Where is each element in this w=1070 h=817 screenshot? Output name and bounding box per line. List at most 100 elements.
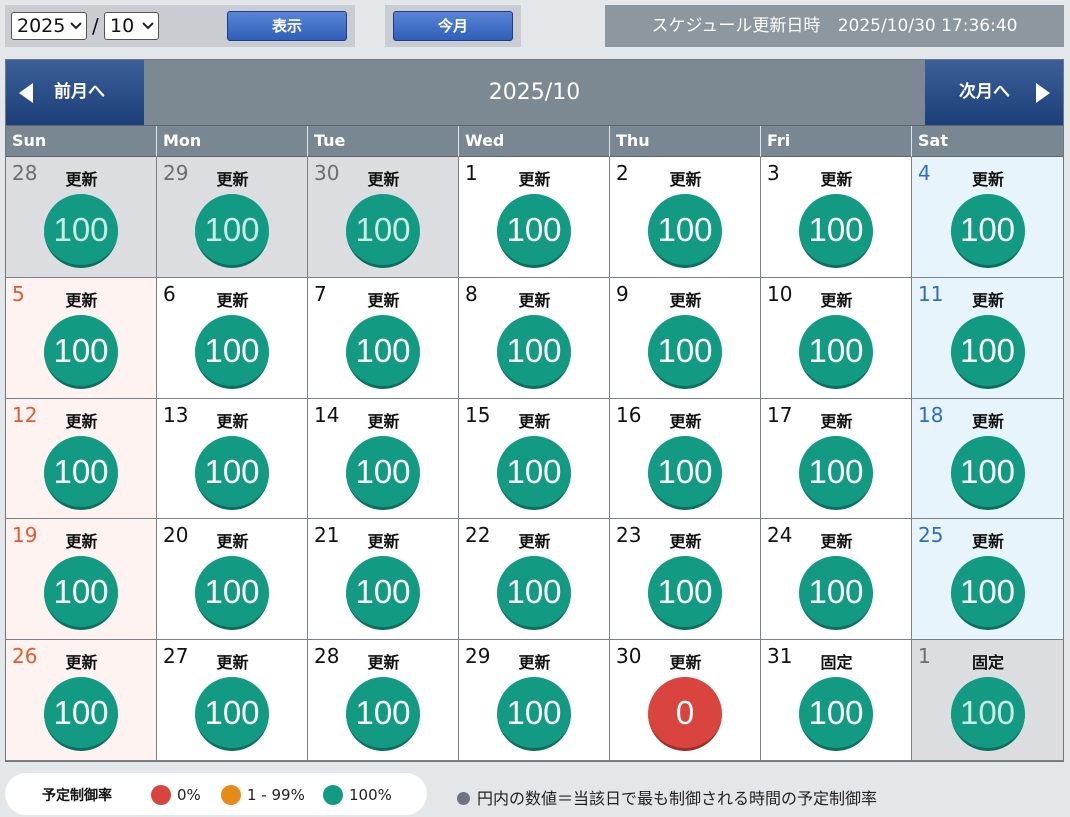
day-cell[interactable]: 21 更新 100 [308,519,459,641]
control-rate-badge[interactable]: 100 [950,435,1025,510]
chevron-down-icon [142,22,154,30]
day-cell[interactable]: 4 更新 100 [912,157,1063,278]
prev-month-button[interactable]: 前月へ [6,60,144,125]
day-cell[interactable]: 17 更新 100 [761,398,912,520]
control-rate-badge[interactable]: 100 [497,677,571,752]
control-rate-badge[interactable]: 100 [648,556,722,631]
control-rate-badge[interactable]: 100 [44,677,118,752]
day-grid: 28 更新 100 29 更新 100 30 更新 100 1 更新 100 2 更新 100 3 更新 100 4… [6,157,1063,761]
control-rate-badge[interactable]: 100 [950,314,1025,389]
control-rate-badge[interactable]: 100 [44,435,118,510]
control-rate-badge[interactable]: 100 [44,194,118,268]
control-rate-badge[interactable]: 0 [648,677,722,752]
control-rate-badge[interactable]: 100 [44,314,118,389]
day-cell[interactable]: 29 更新 100 [459,640,610,761]
day-cell[interactable]: 11 更新 100 [912,277,1063,399]
control-rate-badge[interactable]: 100 [950,194,1025,268]
triangle-right-icon [1036,83,1050,103]
day-status: 更新 [820,170,853,189]
control-rate-badge[interactable]: 100 [497,556,571,631]
day-cell[interactable]: 5 更新 100 [6,277,157,399]
control-rate-badge[interactable]: 100 [195,314,269,389]
day-cell[interactable]: 30 更新 100 [308,157,459,278]
control-rate-badge[interactable]: 100 [648,314,722,389]
day-cell[interactable]: 19 更新 100 [6,519,157,641]
day-cell[interactable]: 28 更新 100 [6,157,157,278]
control-rate-badge[interactable]: 100 [950,556,1025,631]
date-separator: / [92,14,99,38]
day-status: 更新 [216,290,249,310]
day-cell[interactable]: 14 更新 100 [308,398,459,520]
control-rate-badge[interactable]: 100 [799,194,873,268]
day-cell[interactable]: 7 更新 100 [308,277,459,399]
weekday-label: Tue [308,126,459,157]
control-rate-badge[interactable]: 100 [44,556,118,631]
bullet-icon [457,792,470,805]
day-status: 更新 [971,532,1004,552]
month-select[interactable]: 10 [104,12,159,40]
day-cell[interactable]: 16 更新 100 [610,398,761,520]
control-rate-badge[interactable]: 100 [950,677,1025,752]
control-rate-badge[interactable]: 100 [799,435,873,510]
day-cell[interactable]: 8 更新 100 [459,277,610,399]
control-rate-badge[interactable]: 100 [195,435,269,510]
control-rate-badge[interactable]: 100 [195,677,269,752]
day-cell[interactable]: 24 更新 100 [761,519,912,641]
day-cell[interactable]: 9 更新 100 [610,277,761,399]
day-status: 更新 [216,532,249,552]
next-month-button[interactable]: 次月へ [925,60,1063,125]
control-rate-badge[interactable]: 100 [346,677,420,752]
day-status: 更新 [65,290,98,310]
day-status: 更新 [820,411,853,431]
day-status: 更新 [971,170,1004,189]
update-datetime: 2025/10/30 17:36:40 [837,16,1018,36]
day-cell[interactable]: 2 更新 100 [610,157,761,278]
show-button[interactable]: 表示 [227,11,347,41]
control-rate-badge[interactable]: 100 [195,556,269,631]
day-cell[interactable]: 27 更新 100 [157,640,308,761]
day-cell[interactable]: 12 更新 100 [6,398,157,520]
day-cell[interactable]: 31 固定 100 [761,640,912,761]
control-rate-badge[interactable]: 100 [346,314,420,389]
day-status: 更新 [367,290,400,310]
control-rate-badge[interactable]: 100 [346,435,420,510]
control-rate-badge[interactable]: 100 [799,314,873,389]
day-cell[interactable]: 26 更新 100 [6,640,157,761]
day-cell[interactable]: 13 更新 100 [157,398,308,520]
day-cell[interactable]: 3 更新 100 [761,157,912,278]
control-rate-badge[interactable]: 100 [497,435,571,510]
control-rate-badge[interactable]: 100 [648,435,722,510]
this-month-button[interactable]: 今月 [393,11,513,41]
day-cell[interactable]: 18 更新 100 [912,398,1063,520]
day-cell[interactable]: 15 更新 100 [459,398,610,520]
day-cell[interactable]: 1 固定 100 [912,640,1063,761]
day-cell[interactable]: 25 更新 100 [912,519,1063,641]
month-value: 10 [110,15,135,37]
day-cell[interactable]: 23 更新 100 [610,519,761,641]
day-cell[interactable]: 1 更新 100 [459,157,610,278]
weekday-header-row: Sun Mon Tue Wed Thu Fri Sat [6,126,1063,157]
day-cell[interactable]: 20 更新 100 [157,519,308,641]
day-cell[interactable]: 30 更新 0 [610,640,761,761]
day-cell[interactable]: 22 更新 100 [459,519,610,641]
control-rate-badge[interactable]: 100 [346,556,420,631]
control-rate-badge[interactable]: 100 [497,314,571,389]
year-select[interactable]: 2025 [11,12,87,40]
control-rate-badge[interactable]: 100 [195,194,269,268]
day-cell[interactable]: 10 更新 100 [761,277,912,399]
weekday-label: Sat [912,126,1063,157]
day-status: 更新 [518,411,551,431]
day-cell[interactable]: 28 更新 100 [308,640,459,761]
control-rate-badge[interactable]: 100 [346,194,420,268]
day-status: 更新 [669,532,702,552]
day-cell[interactable]: 6 更新 100 [157,277,308,399]
control-rate-badge[interactable]: 100 [497,194,571,268]
control-rate-badge[interactable]: 100 [799,556,873,631]
this-month-panel: 今月 [385,5,521,47]
control-rate-badge[interactable]: 100 [799,677,873,752]
day-status: 更新 [518,290,551,310]
day-cell[interactable]: 29 更新 100 [157,157,308,278]
legend-dot-red [151,785,171,805]
control-rate-badge[interactable]: 100 [648,194,722,268]
weekday-label: Fri [761,126,912,157]
